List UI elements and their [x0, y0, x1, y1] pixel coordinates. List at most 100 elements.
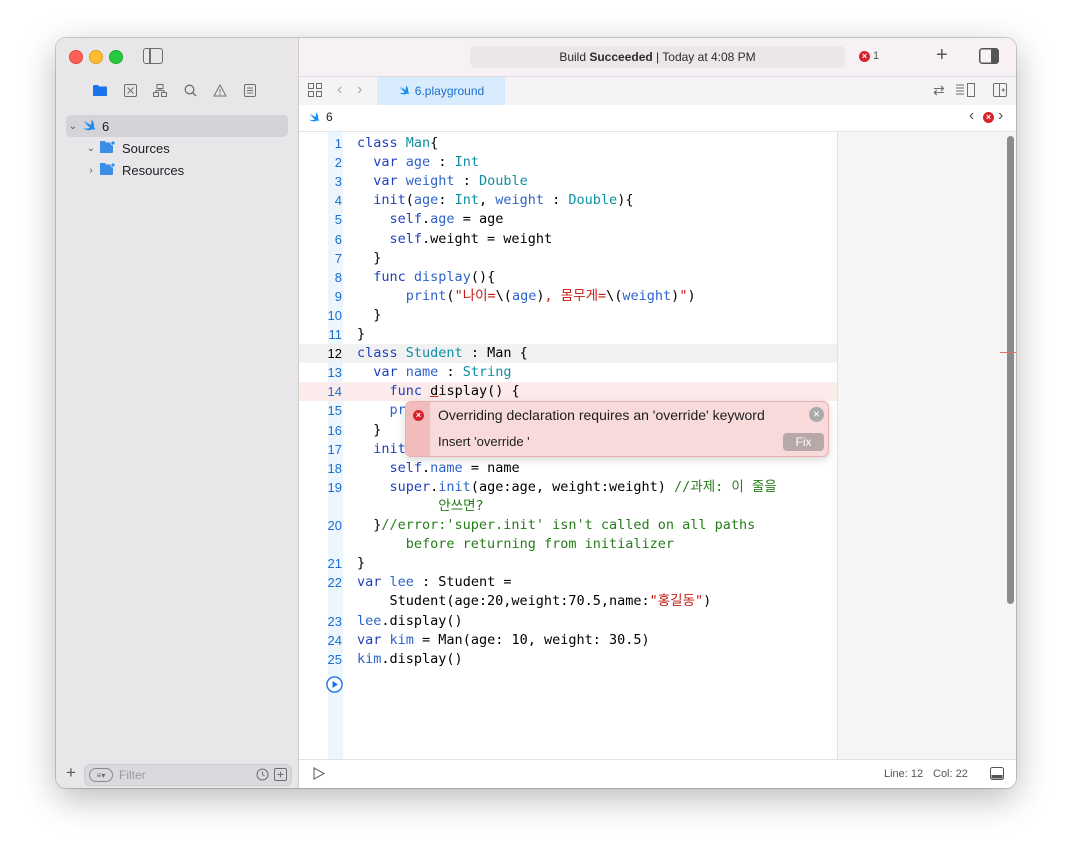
previous-issue-icon[interactable]: ‹ — [969, 107, 974, 125]
issue-error-icon[interactable]: × — [983, 112, 994, 123]
code-text: before returning from initializer — [405, 536, 674, 553]
chevron-down-icon[interactable]: ⌄ — [66, 121, 80, 132]
error-marker — [1000, 352, 1016, 353]
error-icon: × — [859, 50, 870, 62]
symbol-hierarchy-icon[interactable] — [152, 82, 168, 98]
code-line[interactable]: 25 kim.display() — [299, 650, 837, 669]
console-toggle-icon[interactable] — [990, 767, 1004, 783]
code-line[interactable]: 19 super.init(age:age, weight:weight) //… — [299, 478, 837, 497]
code-text: func display(){ — [373, 268, 496, 285]
code-text: init(age: Int, weight : Double){ — [373, 192, 634, 209]
navigator-sidebar: ⌄ 6 ⌄ Sources › Resources + ≡▾ Filter — [56, 38, 299, 788]
report-icon[interactable] — [242, 82, 258, 98]
line-number: 25 — [327, 651, 342, 667]
source-control-icon[interactable] — [122, 82, 138, 98]
code-line[interactable]: 6 self.weight = weight — [299, 230, 837, 249]
status-result: Succeeded — [589, 50, 653, 64]
code-line[interactable]: 안쓰면? — [299, 497, 837, 516]
code-line[interactable]: 22 var lee : Student = — [299, 573, 837, 592]
code-line[interactable]: 18 self.name = name — [299, 459, 837, 478]
code-text: self.name = name — [389, 459, 520, 476]
tree-item-label: 6 — [102, 118, 110, 134]
back-icon[interactable]: ‹ — [337, 81, 342, 99]
line-number: 10 — [327, 307, 342, 323]
tab-bar: ‹ › 6.playground ⇄ — [299, 76, 1016, 106]
line-number: 8 — [334, 269, 342, 285]
run-playground-icon[interactable] — [326, 676, 343, 698]
swap-icon[interactable]: ⇄ — [933, 82, 945, 99]
vertical-scrollbar[interactable] — [1000, 132, 1016, 760]
code-line[interactable]: 8 func display(){ — [299, 268, 837, 287]
code-line[interactable]: 7 } — [299, 249, 837, 268]
status-time: | Today at 4:08 PM — [652, 50, 756, 64]
xcode-window: ⌄ 6 ⌄ Sources › Resources + ≡▾ Filter Bu… — [56, 38, 1016, 788]
chevron-down-icon[interactable]: ⌄ — [84, 143, 98, 154]
fix-button[interactable]: Fix — [783, 433, 824, 451]
play-icon[interactable] — [313, 766, 326, 783]
cursor-col: Col: 22 — [933, 768, 968, 780]
recent-files-icon[interactable] — [256, 768, 269, 784]
code-line[interactable]: 12 class Student : Man { — [299, 344, 837, 364]
inspector-toggle-icon[interactable] — [979, 48, 999, 69]
line-number: 17 — [327, 441, 342, 457]
forward-icon[interactable]: › — [357, 81, 362, 99]
clear-error-icon[interactable]: × — [809, 407, 824, 422]
code-line[interactable]: 5 self.age = age — [299, 210, 837, 229]
line-number: 9 — [334, 288, 342, 304]
scrollbar-thumb[interactable] — [1007, 136, 1014, 604]
warning-icon[interactable] — [212, 82, 228, 98]
code-line[interactable]: 10 } — [299, 306, 837, 325]
code-line[interactable]: 14 func display() { — [299, 382, 837, 402]
next-issue-icon[interactable]: › — [998, 107, 1003, 125]
grid-icon[interactable] — [308, 83, 322, 102]
error-indicator[interactable]: × 1 — [859, 50, 879, 62]
code-text: Student(age:20,weight:70.5,name:"홍길동") — [357, 593, 712, 610]
code-line[interactable]: 1 class Man{ — [299, 134, 837, 153]
code-line[interactable]: 3 var weight : Double — [299, 172, 837, 191]
filter-field[interactable]: ≡▾ Filter — [84, 764, 292, 786]
chevron-right-icon[interactable]: › — [84, 165, 98, 176]
editor-options-icon[interactable] — [956, 83, 976, 102]
code-text: } — [357, 421, 382, 438]
close-window-button[interactable] — [69, 50, 83, 64]
source-control-filter-icon[interactable] — [274, 768, 287, 784]
code-line[interactable]: 9 print("나이=\(age), 몸무게=\(weight)") — [299, 287, 837, 306]
tree-item-playground[interactable]: ⌄ 6 — [66, 115, 288, 137]
code-line[interactable]: 21} — [299, 554, 837, 573]
code-line[interactable]: before returning from initializer — [299, 535, 837, 554]
add-icon[interactable]: + — [936, 44, 948, 67]
code-line[interactable]: 23 lee.display() — [299, 612, 837, 631]
zoom-window-button[interactable] — [109, 50, 123, 64]
sidebar-toggle-icon[interactable] — [143, 48, 163, 64]
code-text: super.init(age:age, weight:weight) //과제:… — [389, 478, 777, 495]
code-line[interactable]: 11} — [299, 325, 837, 344]
jump-bar-item[interactable]: 6 — [326, 110, 333, 124]
code-line[interactable]: 2 var age : Int — [299, 153, 837, 172]
filter-input[interactable]: Filter — [119, 768, 146, 782]
code-line[interactable]: Student(age:20,weight:70.5,name:"홍길동") — [299, 592, 837, 611]
tree-item-sources[interactable]: ⌄ Sources — [84, 137, 170, 159]
tree-item-resources[interactable]: › Resources — [84, 159, 184, 181]
code-text: var weight : Double — [373, 173, 528, 190]
code-line[interactable]: 4 init(age: Int, weight : Double){ — [299, 191, 837, 210]
add-icon[interactable]: + — [66, 763, 76, 783]
cursor-line: Line: 12 — [884, 768, 924, 780]
error-count: 1 — [873, 50, 880, 62]
folder-icon[interactable] — [92, 82, 108, 98]
code-editor[interactable]: 1 class Man{2 var age : Int 3 var weight :… — [299, 132, 837, 760]
code-line[interactable]: 24 var kim = Man(age: 10, weight: 30.5) — [299, 631, 837, 650]
code-line[interactable]: 20 }//error:'super.init' isn't called on… — [299, 516, 837, 535]
code-line[interactable]: 13 var name : String — [299, 363, 837, 382]
line-number: 14 — [327, 384, 342, 400]
navigator-selector-bar — [92, 82, 258, 98]
split-editor-icon[interactable] — [993, 83, 1007, 102]
line-number: 16 — [327, 422, 342, 438]
code-text: } — [357, 555, 366, 572]
code-text: class Student : Man { — [357, 345, 528, 362]
code-text: init — [373, 440, 406, 457]
window-toolbar: Build Succeeded | Today at 4:08 PM × 1 + — [299, 38, 1016, 76]
search-icon[interactable] — [182, 82, 198, 98]
tab-playground[interactable]: 6.playground — [377, 77, 505, 105]
minimize-window-button[interactable] — [89, 50, 103, 64]
filter-options-icon[interactable]: ≡▾ — [89, 768, 113, 782]
